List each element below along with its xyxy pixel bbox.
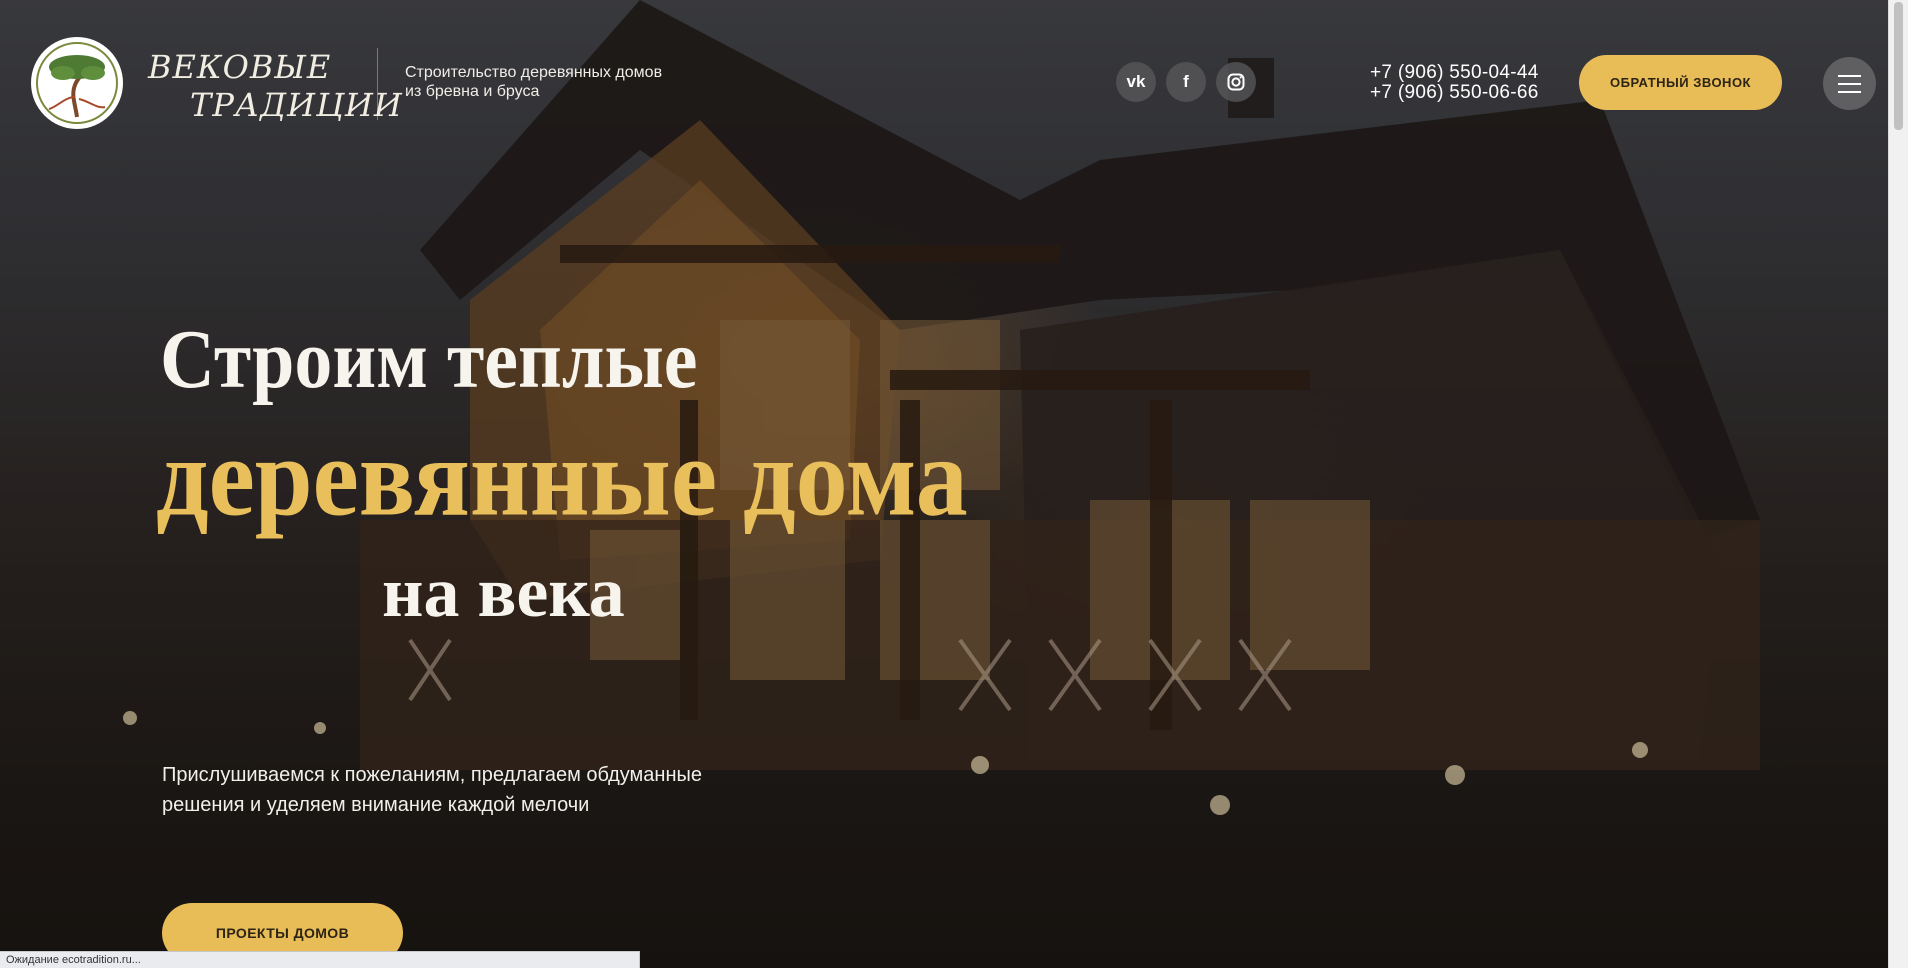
tree-icon <box>36 42 118 124</box>
browser-viewport: ВЕКОВЫЕ ТРАДИЦИИ Строительство деревянны… <box>0 0 1908 968</box>
social-links: vk f <box>1116 62 1256 102</box>
logo-line1: ВЕКОВЫЕ <box>148 48 332 86</box>
phone-numbers: +7 (906) 550-04-44 +7 (906) 550-06-66 <box>1370 63 1560 103</box>
menu-bar-icon <box>1838 83 1861 85</box>
phone-link-1[interactable]: +7 (906) 550-04-44 <box>1370 63 1560 83</box>
hero-title-line1: Строим теплые <box>160 313 698 406</box>
browser-status-bar: Ожидание ecotradition.ru... <box>0 951 640 968</box>
hero-description: Прислушиваемся к пожеланиям, предлагаем … <box>162 764 703 816</box>
logo-wordmark[interactable]: ВЕКОВЫЕ ТРАДИЦИИ <box>148 48 403 124</box>
facebook-icon[interactable]: f <box>1166 62 1206 102</box>
instagram-icon[interactable] <box>1216 62 1256 102</box>
hero-title-line3: на века <box>382 552 625 632</box>
hero-title-line2: деревянные дома <box>156 415 968 540</box>
scrollbar-thumb[interactable] <box>1894 2 1903 130</box>
page-scrollbar[interactable] <box>1888 0 1908 968</box>
site-header: ВЕКОВЫЕ ТРАДИЦИИ Строительство деревянны… <box>0 0 1888 165</box>
callback-button[interactable]: ОБРАТНЫЙ ЗВОНОК <box>1579 55 1782 110</box>
logo-emblem[interactable] <box>31 37 123 129</box>
phone-link-2[interactable]: +7 (906) 550-06-66 <box>1370 83 1560 103</box>
hamburger-menu-button[interactable] <box>1823 57 1876 110</box>
menu-bar-icon <box>1838 75 1861 77</box>
header-tagline: Строительство деревянных домов из бревна… <box>405 64 663 100</box>
logo-line2: ТРАДИЦИИ <box>190 86 403 124</box>
menu-bar-icon <box>1838 91 1861 93</box>
header-divider <box>377 48 378 120</box>
vk-icon[interactable]: vk <box>1116 62 1156 102</box>
